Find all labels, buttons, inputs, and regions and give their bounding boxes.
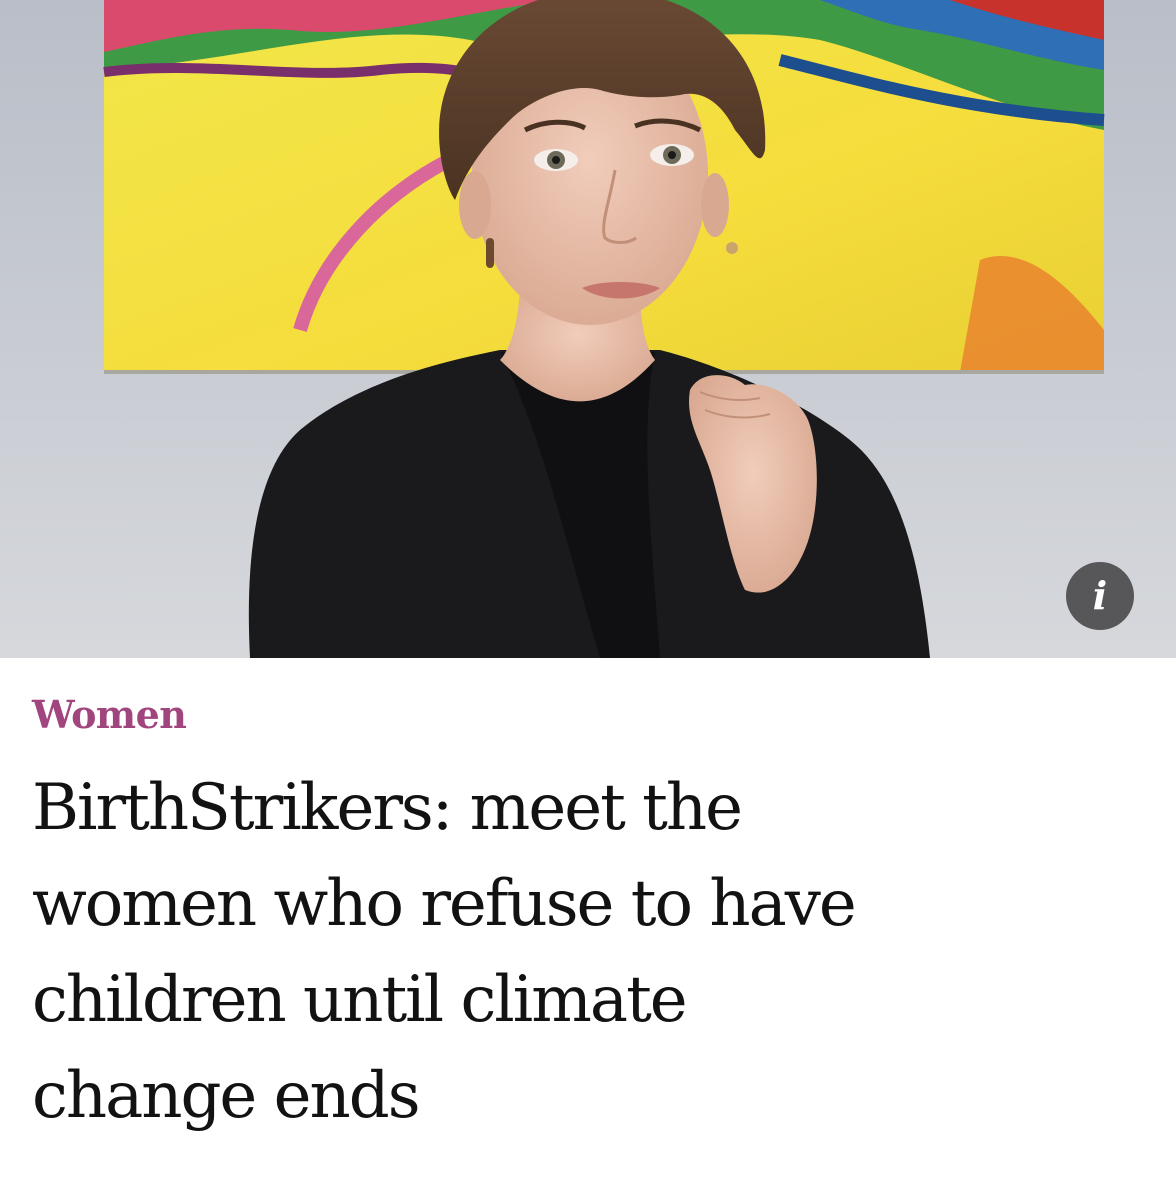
article-card: i Women BirthStrikers: meet the women wh… [0,0,1176,1200]
info-icon[interactable]: i [1066,562,1134,630]
headline-line: change ends [32,1059,421,1133]
hero-photo[interactable]: i [0,0,1176,658]
article-text: Women BirthStrikers: meet the women who … [32,690,1152,1144]
headline-line: BirthStrikers: meet the [32,771,743,845]
headline-line: children until climate [32,963,688,1037]
headline[interactable]: BirthStrikers: meet the women who refuse… [32,760,1132,1144]
hero-photo-illustration [0,0,1176,658]
section-label[interactable]: Women [32,690,1152,740]
headline-line: women who refuse to have [32,867,857,941]
